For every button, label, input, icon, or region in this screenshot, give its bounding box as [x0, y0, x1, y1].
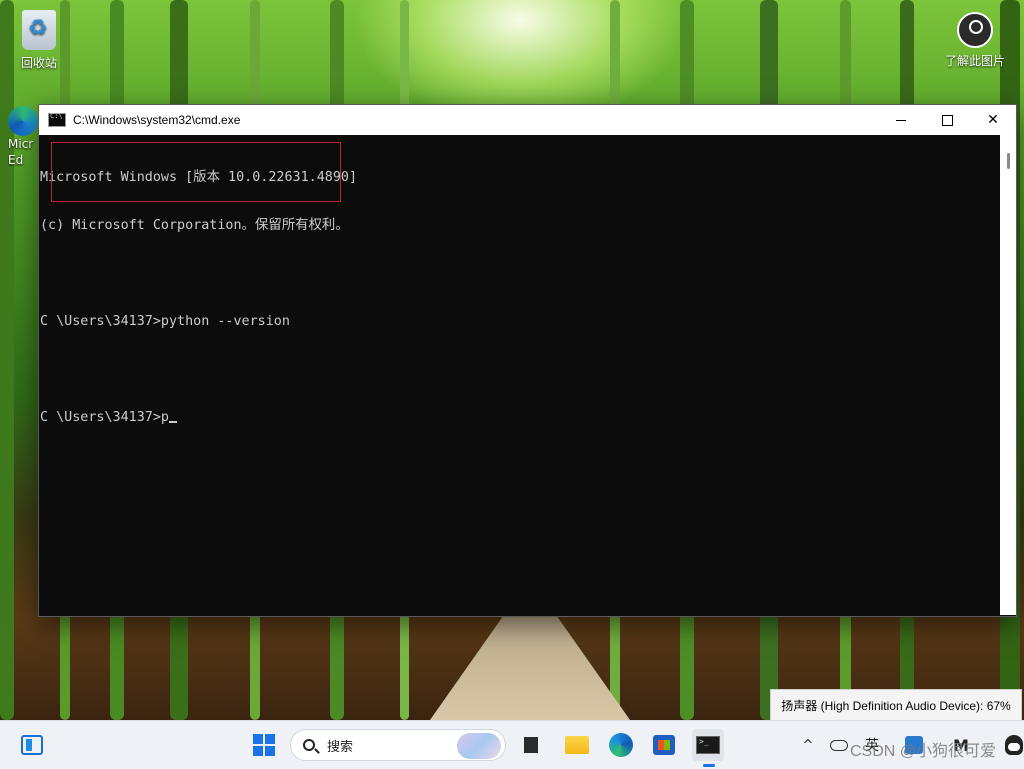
widgets-button[interactable] [16, 729, 48, 761]
console-line: C \Users\34137>python --version [40, 314, 290, 329]
learn-about-picture-shortcut[interactable]: 了解此图片 [940, 12, 1010, 69]
volume-tooltip-text: 扬声器 (High Definition Audio Device): 67% [781, 698, 1011, 713]
maximize-icon [941, 114, 953, 126]
recycle-bin-shortcut[interactable]: 回收站 [4, 10, 74, 71]
search-highlight-image [457, 733, 501, 759]
show-hidden-icons-button[interactable]: ^ [792, 729, 824, 761]
cmd-window[interactable]: C:\Windows\system32\cmd.exe ✕ Microsoft … [38, 104, 1017, 617]
edge-taskbar-button[interactable] [605, 729, 637, 761]
cloud-icon [830, 739, 848, 751]
cmd-taskbar-button[interactable] [692, 729, 724, 761]
start-button[interactable] [248, 729, 280, 761]
active-app-indicator [703, 764, 715, 767]
scroll-thumb[interactable] [1007, 153, 1010, 169]
close-button[interactable]: ✕ [970, 105, 1016, 135]
console-prompt: C \Users\34137>p [40, 410, 169, 425]
qq-tray-button[interactable] [998, 729, 1024, 761]
store-icon [653, 735, 675, 755]
edge-icon [609, 733, 633, 757]
watermark: CSDN @小狗很可爱 [850, 743, 997, 760]
window-title: C:\Windows\system32\cmd.exe [73, 113, 241, 127]
minimize-icon [896, 119, 906, 121]
title-bar[interactable]: C:\Windows\system32\cmd.exe ✕ [39, 105, 1016, 135]
task-view-icon [519, 737, 538, 757]
cmd-icon [48, 112, 66, 127]
text-cursor [169, 421, 177, 423]
console-line: (c) Microsoft Corporation。保留所有权利。 [40, 218, 349, 233]
chevron-up-icon: ^ [802, 737, 814, 753]
console-output[interactable]: Microsoft Windows [版本 10.0.22631.4890] (… [39, 135, 1000, 618]
forest-path [430, 612, 630, 720]
recycle-bin-icon [22, 10, 56, 50]
console-input-line[interactable]: C \Users\34137>p [40, 410, 1000, 426]
windows-logo-icon [253, 734, 275, 756]
highlight-annotation-box [51, 142, 341, 202]
vertical-scrollbar[interactable] [1000, 135, 1016, 615]
recycle-bin-label: 回收站 [20, 56, 57, 70]
file-explorer-button[interactable] [561, 729, 593, 761]
edge-shortcut-label: Micr Ed [8, 137, 34, 167]
camera-icon [957, 12, 993, 48]
edge-icon [8, 106, 38, 136]
window-controls: ✕ [878, 105, 1016, 135]
store-button[interactable] [648, 729, 680, 761]
search-box[interactable]: 搜索 [290, 729, 506, 761]
widgets-icon [21, 735, 43, 755]
search-placeholder: 搜索 [327, 739, 354, 755]
terminal-icon [696, 736, 720, 754]
learn-about-picture-label: 了解此图片 [944, 54, 1005, 68]
maximize-button[interactable] [924, 105, 970, 135]
close-icon: ✕ [987, 112, 999, 128]
folder-icon [565, 736, 589, 754]
task-view-button[interactable] [515, 729, 547, 761]
volume-tooltip: 扬声器 (High Definition Audio Device): 67% [770, 689, 1022, 721]
penguin-icon [1005, 735, 1023, 755]
edge-desktop-shortcut[interactable]: Micr Ed [8, 106, 42, 186]
search-icon [303, 739, 315, 751]
minimize-button[interactable] [878, 105, 924, 135]
